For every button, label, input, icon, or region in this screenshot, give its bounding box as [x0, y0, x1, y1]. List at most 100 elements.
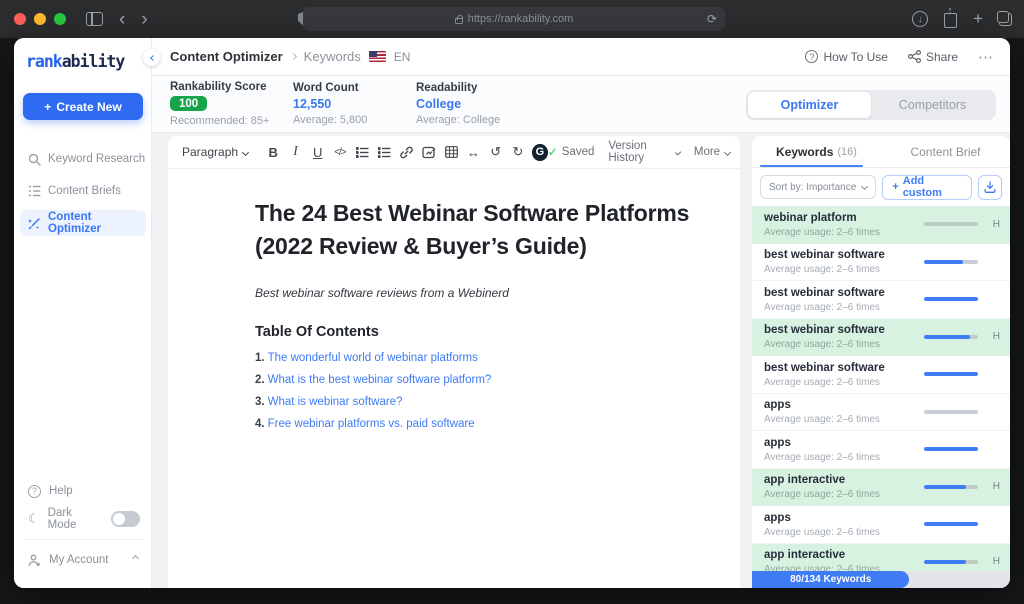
downloads-icon[interactable]: ↓ — [912, 11, 928, 27]
table-button[interactable] — [441, 141, 461, 163]
zoom-window-button[interactable] — [54, 13, 66, 25]
moon-icon: ☾ — [28, 511, 40, 527]
my-account-button[interactable]: My Account — [20, 546, 146, 574]
reload-icon[interactable]: ⟳ — [707, 12, 717, 26]
document-title[interactable]: The 24 Best Webinar Software Platforms (… — [255, 197, 715, 264]
editor-card: Paragraph B I U </> ↔ ↺ ↻ G ✓Saved Versi… — [168, 136, 740, 588]
rankability-logo[interactable]: rankability — [26, 52, 151, 71]
magic-wand-icon — [28, 217, 41, 230]
breadcrumb-section[interactable]: Content Optimizer — [170, 49, 283, 64]
toc-number: 1. — [255, 352, 265, 364]
browser-sidebar-icon[interactable] — [86, 12, 103, 26]
forward-button[interactable]: › — [141, 10, 147, 29]
stat-readability: Readability College Average: College — [416, 82, 521, 126]
keyword-row[interactable]: webinar platformAverage usage: 2–6 times… — [752, 206, 1010, 244]
help-button[interactable]: ? Help — [20, 477, 146, 505]
chevron-right-icon — [291, 49, 296, 64]
document-subtitle[interactable]: Best webinar software reviews from a Web… — [255, 286, 700, 300]
keyword-row[interactable]: appsAverage usage: 2–6 times — [752, 431, 1010, 469]
browser-chrome: ‹ › https://rankability.com ⟳ ↓ + — [0, 0, 1024, 38]
keyword-term: apps — [764, 436, 924, 451]
toc-link[interactable]: Free webinar platforms vs. paid software — [268, 418, 475, 430]
underline-button[interactable]: U — [308, 141, 328, 163]
media-embed-button[interactable] — [419, 141, 439, 163]
keyword-text: app interactiveAverage usage: 2–6 times — [764, 548, 924, 571]
browser-share-icon[interactable] — [944, 13, 957, 28]
italic-button[interactable]: I — [285, 141, 305, 163]
grammarly-icon[interactable]: G — [532, 144, 548, 161]
sidebar-item-keyword-research[interactable]: Keyword Research — [20, 146, 146, 172]
horizontal-rule-button[interactable]: ↔ — [463, 141, 483, 163]
plus-icon: + — [44, 100, 51, 114]
tab-optimizer[interactable]: Optimizer — [748, 92, 871, 118]
minimize-window-button[interactable] — [34, 13, 46, 25]
keyword-usage: Average usage: 2–6 times — [764, 452, 924, 463]
code-button[interactable]: </> — [330, 141, 350, 163]
back-button[interactable]: ‹ — [119, 10, 125, 29]
version-history-dropdown[interactable]: Version History — [608, 140, 680, 164]
keyword-row[interactable]: best webinar softwareAverage usage: 2–6 … — [752, 356, 1010, 394]
keyword-progress-bar — [924, 372, 978, 376]
sidebar-nav: Keyword Research Content Briefs Content … — [20, 146, 146, 236]
score-badge: 100 — [170, 96, 207, 111]
toc-link[interactable]: What is the best webinar software platfo… — [268, 374, 492, 386]
keyword-row[interactable]: appsAverage usage: 2–6 times — [752, 394, 1010, 432]
keywords-progress-fill: 80/134 Keywords — [752, 571, 909, 588]
keywords-list: webinar platformAverage usage: 2–6 times… — [752, 206, 1010, 571]
language-label[interactable]: EN — [394, 50, 411, 64]
lock-icon — [455, 18, 463, 24]
document-body[interactable]: The 24 Best Webinar Software Platforms (… — [168, 169, 740, 430]
keyword-text: appsAverage usage: 2–6 times — [764, 436, 924, 463]
toc-heading[interactable]: Table Of Contents — [255, 324, 700, 340]
more-dropdown[interactable]: More — [694, 146, 730, 158]
tab-keywords[interactable]: Keywords(16) — [752, 136, 881, 167]
sidebar-item-label: Keyword Research — [48, 153, 145, 165]
keyword-row[interactable]: appsAverage usage: 2–6 times — [752, 506, 1010, 544]
keyword-usage: Average usage: 2–6 times — [764, 414, 924, 425]
breadcrumb: Content Optimizer Keywords EN — [170, 49, 410, 64]
keyword-row[interactable]: app interactiveAverage usage: 2–6 timesH — [752, 469, 1010, 507]
keyword-row[interactable]: app interactiveAverage usage: 2–6 timesH — [752, 544, 1010, 572]
undo-button[interactable]: ↺ — [486, 141, 506, 163]
tab-competitors[interactable]: Competitors — [871, 92, 994, 118]
dark-mode-toggle[interactable] — [111, 511, 140, 527]
add-custom-button[interactable]: +Add custom — [882, 175, 972, 200]
tab-content-brief[interactable]: Content Brief — [881, 136, 1010, 167]
toc-item: 2.What is the best webinar software plat… — [255, 374, 700, 386]
download-icon — [984, 181, 996, 193]
address-bar[interactable]: https://rankability.com ⟳ — [303, 7, 725, 31]
link-button[interactable] — [397, 141, 417, 163]
collapse-sidebar-button[interactable] — [143, 49, 160, 66]
us-flag-icon — [369, 51, 386, 62]
keywords-count: (16) — [837, 146, 857, 158]
keyword-term: best webinar software — [764, 323, 924, 338]
new-tab-icon[interactable]: + — [973, 9, 983, 29]
keyword-row[interactable]: best webinar softwareAverage usage: 2–6 … — [752, 319, 1010, 357]
bullet-list-button[interactable] — [352, 141, 372, 163]
tab-overview-icon[interactable] — [999, 13, 1012, 26]
panel-tabs: Keywords(16) Content Brief — [752, 136, 1010, 168]
app-window: rankability + Create New Keyword Researc… — [14, 38, 1010, 588]
toc-item: 4.Free webinar platforms vs. paid softwa… — [255, 418, 700, 430]
share-button[interactable]: Share — [908, 50, 958, 64]
keyword-row[interactable]: best webinar softwareAverage usage: 2–6 … — [752, 244, 1010, 282]
help-icon: ? — [28, 485, 41, 498]
create-new-button[interactable]: + Create New — [23, 93, 143, 120]
sort-dropdown[interactable]: Sort by: Importance — [760, 175, 876, 199]
sidebar-footer: ? Help ☾ Dark Mode My Account — [20, 477, 146, 574]
keyword-row[interactable]: best webinar softwareAverage usage: 2–6 … — [752, 281, 1010, 319]
close-window-button[interactable] — [14, 13, 26, 25]
sidebar-item-content-optimizer[interactable]: Content Optimizer — [20, 210, 146, 236]
how-to-use-button[interactable]: ? How To Use — [805, 50, 887, 64]
numbered-list-button[interactable] — [374, 141, 394, 163]
panel-controls: Sort by: Importance +Add custom — [752, 168, 1010, 206]
paragraph-style-dropdown[interactable]: Paragraph — [182, 145, 248, 159]
sidebar-item-content-briefs[interactable]: Content Briefs — [20, 178, 146, 204]
user-icon — [28, 554, 41, 567]
toc-link[interactable]: The wonderful world of webinar platforms — [268, 352, 478, 364]
bold-button[interactable]: B — [263, 141, 283, 163]
redo-button[interactable]: ↻ — [508, 141, 528, 163]
toc-link[interactable]: What is webinar software? — [268, 396, 403, 408]
export-keywords-button[interactable] — [978, 175, 1002, 200]
more-options-icon[interactable]: ⋯ — [978, 48, 994, 66]
